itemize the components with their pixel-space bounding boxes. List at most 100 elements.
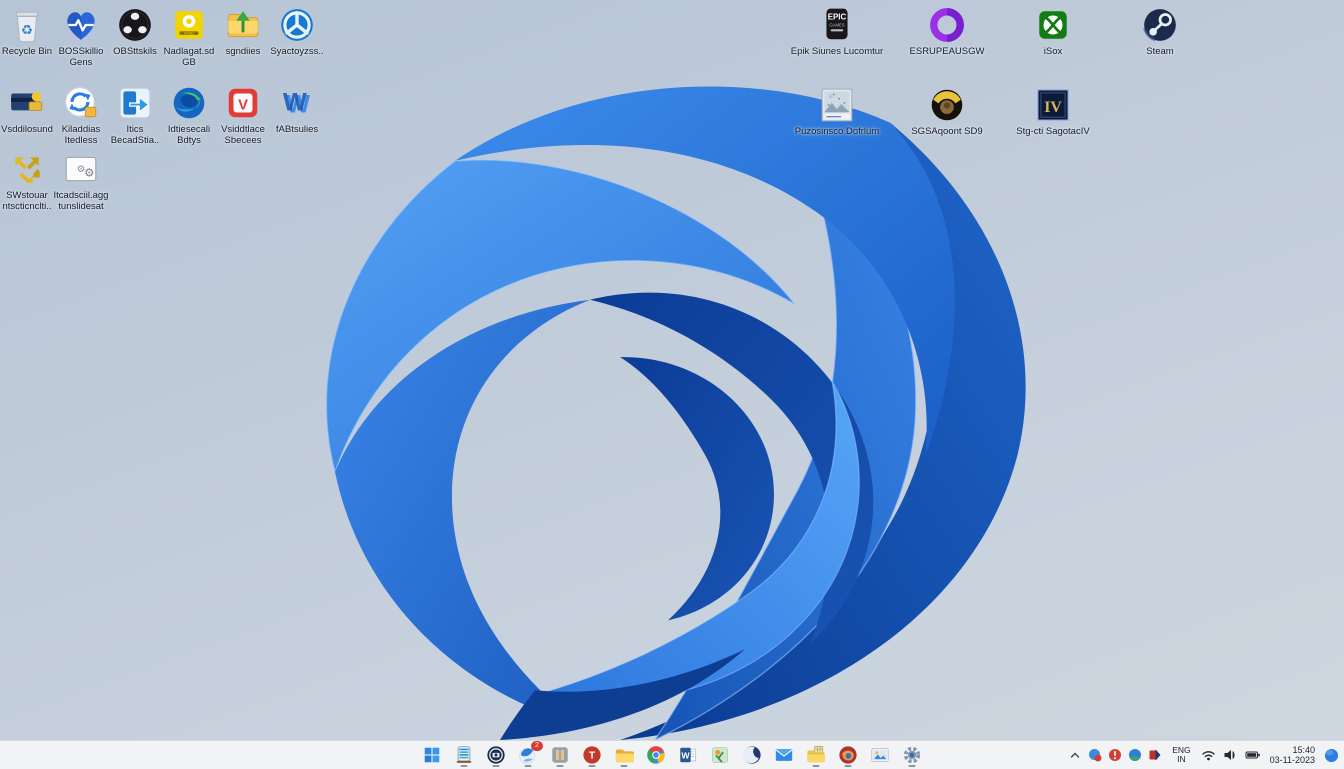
desktop-icon-xbox[interactable]: iSox bbox=[1005, 6, 1101, 58]
xbox-icon bbox=[1034, 6, 1072, 44]
notification-center-icon[interactable] bbox=[1323, 743, 1340, 767]
desktop-icon-steam[interactable]: Steam bbox=[1112, 6, 1208, 58]
notification-badge: 2 bbox=[531, 741, 543, 751]
svg-text:T: T bbox=[589, 751, 595, 762]
desktop-icon-purple-ring[interactable]: ESRUPEAUSGW bbox=[899, 6, 995, 58]
settings-gear-icon bbox=[902, 745, 922, 765]
desktop-icon-edge-browser[interactable]: Idtiesecali Bdtys bbox=[161, 84, 217, 146]
desktop-icon-label: Stg-cti SagotacIV bbox=[1016, 126, 1090, 137]
red-t-icon: T bbox=[582, 745, 602, 765]
windows-start-icon bbox=[422, 745, 442, 765]
clock-date: 03-11-2023 bbox=[1269, 755, 1315, 765]
desktop-icon-label: Puzosinsco Dofrlum bbox=[794, 126, 880, 137]
language-indicator[interactable]: ENG IN bbox=[1168, 743, 1194, 767]
civ-four-icon: IV bbox=[1034, 86, 1072, 124]
running-indicator bbox=[556, 764, 564, 767]
photos-app[interactable] bbox=[867, 742, 893, 768]
tray-app-warning[interactable] bbox=[1107, 743, 1123, 767]
system-tray: ENG IN 15:40 03-11-2023 bbox=[1068, 741, 1340, 769]
file-explorer[interactable] bbox=[611, 742, 637, 768]
desktop-icon-blue-w[interactable]: W W fABtsulies bbox=[269, 84, 325, 136]
steam-icon bbox=[1141, 6, 1179, 44]
desktop-icon-civ-four[interactable]: IV Stg-cti SagotacIV bbox=[1005, 86, 1101, 138]
desktop-icon-label: sgndiies bbox=[225, 46, 261, 57]
wallet-icon bbox=[8, 84, 46, 122]
moon-browser-app[interactable] bbox=[739, 742, 765, 768]
svg-text:IV: IV bbox=[1044, 99, 1062, 116]
word-app[interactable]: W bbox=[675, 742, 701, 768]
hidden-icons-chevron-icon[interactable] bbox=[1068, 743, 1082, 767]
desktop-icon-label: fABtsulies bbox=[275, 124, 319, 135]
gray-book-icon bbox=[550, 745, 570, 765]
desktop-icon-health-heart[interactable]: BOSSkillio Gens bbox=[53, 6, 109, 68]
widgets-app[interactable] bbox=[451, 742, 477, 768]
tray-app-sync[interactable] bbox=[1127, 743, 1143, 767]
folder-notes-icon bbox=[806, 745, 826, 765]
desktop-icon-label: Syactoyzss.. bbox=[270, 46, 324, 57]
tray-hidden-apps bbox=[1087, 743, 1163, 767]
desktop-icon-label: iSox bbox=[1043, 46, 1063, 57]
notes-folder-app[interactable] bbox=[803, 742, 829, 768]
desktop-icon-folder-tree[interactable]: sgndiies bbox=[215, 6, 271, 58]
green-game-app[interactable] bbox=[707, 742, 733, 768]
desktop-icon-label: SWstouar ntscticnclti.. bbox=[2, 190, 52, 212]
desktop-icon-label: OBSttskils bbox=[113, 46, 157, 57]
vivaldi-icon: V bbox=[224, 84, 262, 122]
backup-arrow-icon bbox=[116, 84, 154, 122]
desktop-icon-game-avatar[interactable]: SGSAqoont SD9 bbox=[899, 86, 995, 138]
folder-explorer-icon bbox=[614, 745, 634, 765]
desktop-icon-label: Vsiddtlace Sbecees bbox=[221, 124, 265, 146]
desktop-icon-label: Recycle Bin bbox=[1, 46, 53, 57]
taskbar: 2 T W ENG IN 15:40 03-11-2023 bbox=[0, 740, 1344, 769]
desktop-icon-yellow-id-card[interactable]: FRANZ Nadlagat.sd GB bbox=[161, 6, 217, 68]
desktop-icon-backup-arrow[interactable]: Itics BecadStia.. bbox=[107, 84, 163, 146]
desktop-icon-epic-games[interactable]: EPIC GAMES Epik Siunes Lucomtur bbox=[789, 6, 885, 58]
epic-games-icon: EPIC GAMES bbox=[818, 6, 856, 44]
camera-circle-icon bbox=[486, 745, 506, 765]
taskbar-center-icons: 2 T W bbox=[419, 741, 925, 769]
desktop-icon-label: Vsddilosund bbox=[1, 124, 53, 135]
wifi-icon[interactable] bbox=[1200, 743, 1217, 767]
reader-app[interactable] bbox=[547, 742, 573, 768]
red-t-app[interactable]: T bbox=[579, 742, 605, 768]
desktop-icon-obs-studio[interactable]: OBSttskils bbox=[107, 6, 163, 58]
game-avatar-icon bbox=[928, 86, 966, 124]
nav-wheel-icon bbox=[278, 6, 316, 44]
edge-browser-icon bbox=[170, 84, 208, 122]
desktop-icon-sync-update[interactable]: Kiladdias Itedless bbox=[53, 84, 109, 146]
svg-text:EPIC: EPIC bbox=[828, 13, 847, 22]
desktop-icon-vivaldi[interactable]: V Vsiddtlace Sbecees bbox=[215, 84, 271, 146]
desktop-icon-installer-box[interactable]: ⚙ ⚙ Itcadsciil.agg tunslidesat bbox=[53, 150, 109, 212]
mail-envelope-icon bbox=[774, 745, 794, 765]
desktop-icon-yellow-arrows[interactable]: SWstouar ntscticnclti.. bbox=[0, 150, 55, 212]
yellow-id-card-icon: FRANZ bbox=[170, 6, 208, 44]
word-icon: W bbox=[678, 745, 698, 765]
desktop-icon-nav-wheel[interactable]: Syactoyzss.. bbox=[269, 6, 325, 58]
sync-update-icon bbox=[62, 84, 100, 122]
obs-studio-icon bbox=[116, 6, 154, 44]
health-heart-icon bbox=[62, 6, 100, 44]
start-button[interactable] bbox=[419, 742, 445, 768]
tray-app-blue-alert[interactable] bbox=[1087, 743, 1103, 767]
volume-icon[interactable] bbox=[1222, 743, 1239, 767]
fire-browser-app[interactable] bbox=[835, 742, 861, 768]
green-figure-icon bbox=[710, 745, 730, 765]
browser-sphere-app[interactable]: 2 bbox=[515, 741, 543, 768]
running-indicator bbox=[588, 764, 596, 767]
tray-app-puzzle[interactable] bbox=[1147, 743, 1163, 767]
desktop-icon-recycle-bin[interactable]: ♻ Recycle Bin bbox=[0, 6, 55, 58]
desktop-icon-wallet[interactable]: Vsddilosund bbox=[0, 84, 55, 136]
settings-app[interactable] bbox=[899, 742, 925, 768]
running-indicator bbox=[908, 764, 916, 767]
desktop-icon-screenshot-thumb[interactable]: Puzosinsco Dofrlum bbox=[789, 86, 885, 138]
svg-text:W: W bbox=[283, 88, 307, 116]
chrome-browser[interactable] bbox=[643, 742, 669, 768]
camera-app[interactable] bbox=[483, 742, 509, 768]
desktop-icon-label: Steam bbox=[1146, 46, 1174, 57]
desktop-icon-label: Itics BecadStia.. bbox=[110, 124, 160, 146]
mail-app[interactable] bbox=[771, 742, 797, 768]
installer-box-icon: ⚙ ⚙ bbox=[62, 150, 100, 188]
taskbar-clock[interactable]: 15:40 03-11-2023 bbox=[1267, 743, 1318, 767]
purple-ring-icon bbox=[928, 6, 966, 44]
battery-icon[interactable] bbox=[1244, 743, 1262, 767]
